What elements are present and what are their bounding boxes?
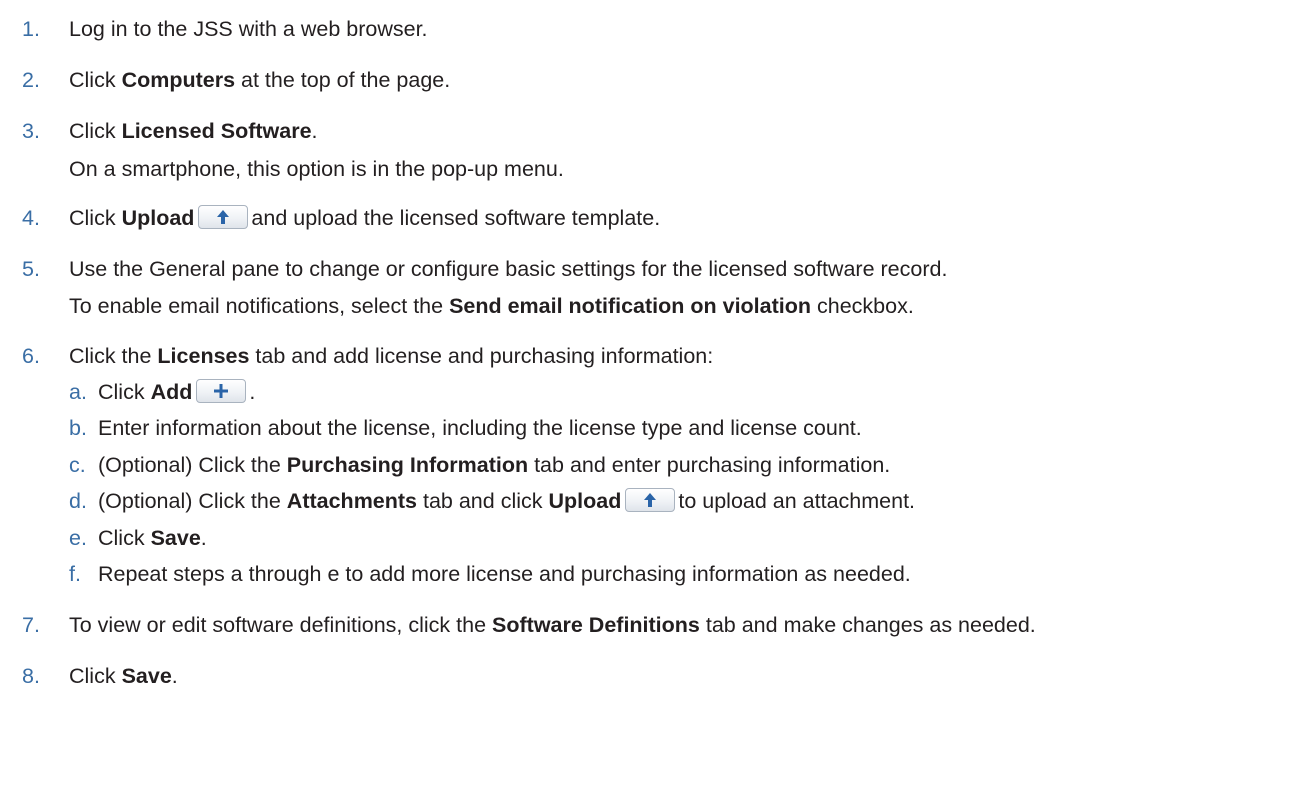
- ui-term: Licenses: [157, 344, 250, 368]
- step-text: Log in to the JSS with a web browser.: [69, 17, 428, 41]
- ui-term: Computers: [121, 68, 236, 92]
- step-1-text: Log in to the JSS with a web browser.: [69, 15, 428, 43]
- step-text: To enable email notifications, select th…: [69, 294, 450, 318]
- step-number: 8.: [22, 664, 40, 688]
- step-2-text: Click Computers at the top of the page.: [69, 66, 450, 94]
- add-button-image: [196, 379, 247, 404]
- step-number: 6.: [22, 344, 40, 368]
- step-text: to upload an attachment.: [678, 489, 916, 513]
- upload-button-image: [198, 205, 249, 230]
- step-text: .: [311, 119, 318, 143]
- step-number: 7.: [22, 613, 40, 637]
- step-text: Click: [98, 380, 151, 404]
- ui-term: Purchasing Information: [286, 453, 529, 477]
- step-3-text: Click Licensed Software.: [69, 117, 318, 145]
- step-text: Click: [69, 206, 122, 230]
- ui-term: Upload: [121, 206, 195, 230]
- step-number: 4.: [22, 206, 40, 230]
- substep-f-text: Repeat steps a through e to add more lic…: [98, 562, 911, 586]
- step-text: and upload the licensed software templat…: [251, 206, 661, 230]
- ui-term: Send email notification on violation: [449, 294, 812, 318]
- step-text: Click the: [69, 344, 158, 368]
- substep-a-text: Click Add.: [98, 378, 255, 406]
- upload-button-image: [625, 488, 676, 513]
- substep-letter: b.: [69, 416, 87, 440]
- substep-letter: e.: [69, 526, 87, 550]
- upload-arrow-icon: [217, 210, 230, 225]
- step-text: checkbox.: [811, 294, 914, 318]
- ui-term: Add: [150, 380, 193, 404]
- step-text: .: [249, 380, 256, 404]
- step-text: Click: [69, 664, 122, 688]
- step-text: tab and click: [417, 489, 549, 513]
- step-text: tab and make changes as needed.: [699, 613, 1036, 637]
- step-text: tab and enter purchasing information.: [528, 453, 891, 477]
- step-number: 5.: [22, 257, 40, 281]
- step-5-note: To enable email notifications, select th…: [69, 292, 914, 320]
- step-text: at the top of the page.: [235, 68, 451, 92]
- step-8-text: Click Save.: [69, 662, 178, 690]
- ui-term: Save: [150, 526, 201, 550]
- substep-d-text: (Optional) Click the Attachments tab and…: [98, 487, 915, 515]
- substep-c-text: (Optional) Click the Purchasing Informat…: [98, 451, 890, 479]
- step-text: (Optional) Click the: [98, 453, 287, 477]
- substep-letter: a.: [69, 380, 87, 404]
- step-7-text: To view or edit software definitions, cl…: [69, 611, 1036, 639]
- ui-term: Save: [121, 664, 172, 688]
- step-6-text: Click the Licenses tab and add license a…: [69, 342, 713, 370]
- step-5-text: Use the General pane to change or config…: [69, 257, 948, 281]
- step-text: Click: [69, 68, 122, 92]
- step-number: 3.: [22, 119, 40, 143]
- substep-e-text: Click Save.: [98, 524, 207, 552]
- step-text: .: [200, 526, 207, 550]
- substep-letter: c.: [69, 453, 86, 477]
- ui-term: Software Definitions: [492, 613, 700, 637]
- ui-term: Attachments: [286, 489, 418, 513]
- step-text: To view or edit software definitions, cl…: [69, 613, 493, 637]
- step-text: tab and add license and purchasing infor…: [249, 344, 714, 368]
- upload-arrow-icon: [644, 493, 657, 508]
- substep-letter: d.: [69, 489, 87, 513]
- step-text: (Optional) Click the: [98, 489, 287, 513]
- plus-icon: [214, 384, 229, 399]
- step-text: .: [171, 664, 178, 688]
- substep-b-text: Enter information about the license, inc…: [98, 416, 862, 440]
- step-text: Click: [69, 119, 122, 143]
- step-3-note: On a smartphone, this option is in the p…: [69, 157, 564, 181]
- step-number: 1.: [22, 17, 40, 41]
- ui-term: Upload: [548, 489, 622, 513]
- step-4-text: Click Upload and upload the licensed soft…: [69, 204, 660, 232]
- step-number: 2.: [22, 68, 40, 92]
- substep-letter: f.: [69, 562, 81, 586]
- step-text: Click: [98, 526, 151, 550]
- ui-term: Licensed Software: [121, 119, 312, 143]
